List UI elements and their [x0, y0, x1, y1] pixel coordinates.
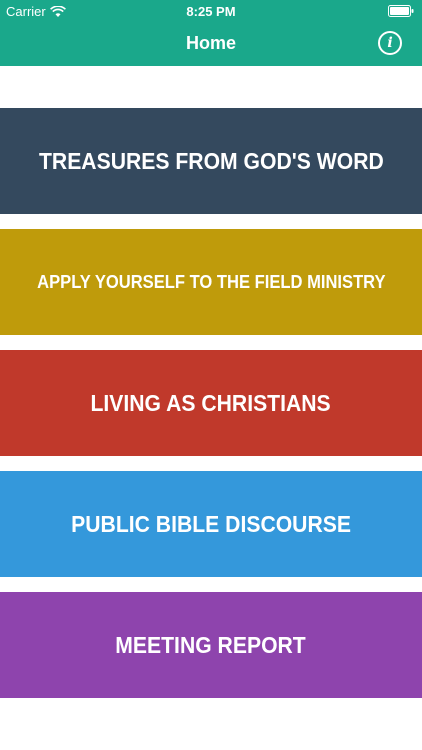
menu-item-meeting-report[interactable]: MEETING REPORT	[0, 592, 422, 698]
menu-item-field-ministry[interactable]: APPLY YOURSELF TO THE FIELD MINISTRY	[0, 229, 422, 335]
menu-item-living-as-christians[interactable]: LIVING AS CHRISTIANS	[0, 350, 422, 456]
status-bar: Carrier 8:25 PM	[0, 0, 422, 22]
menu-item-label: MEETING REPORT	[115, 631, 307, 658]
menu-item-label: APPLY YOURSELF TO THE FIELD MINISTRY	[36, 271, 386, 292]
menu-item-treasures[interactable]: TREASURES FROM GOD'S WORD	[0, 108, 422, 214]
nav-header: Carrier 8:25 PM Home i	[0, 0, 422, 66]
menu-item-label: PUBLIC BIBLE DISCOURSE	[71, 510, 351, 537]
menu-item-label: TREASURES FROM GOD'S WORD	[38, 147, 384, 174]
menu-item-public-bible-discourse[interactable]: PUBLIC BIBLE DISCOURSE	[0, 471, 422, 577]
menu-item-label: LIVING AS CHRISTIANS	[90, 389, 332, 416]
home-menu: TREASURES FROM GOD'S WORD APPLY YOURSELF…	[0, 108, 422, 713]
battery-icon	[388, 5, 414, 17]
page-title: Home	[185, 33, 236, 53]
info-icon: i	[387, 35, 393, 51]
status-time: 8:25 PM	[186, 4, 236, 19]
info-button[interactable]: i	[378, 31, 402, 55]
